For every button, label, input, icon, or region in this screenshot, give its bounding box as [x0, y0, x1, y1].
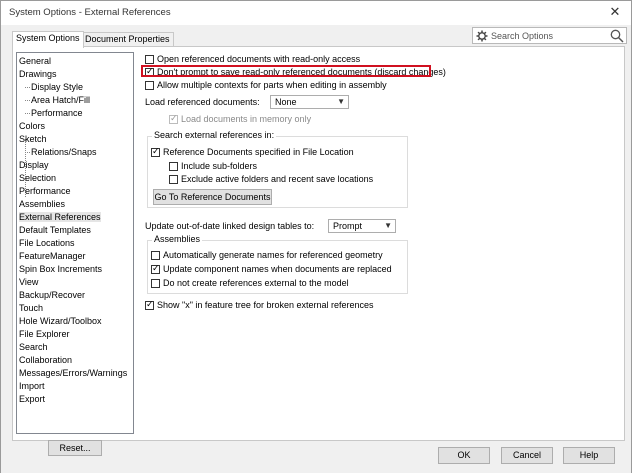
tree-item-export[interactable]: Export	[19, 394, 45, 404]
assemblies-group-title: Assemblies	[152, 234, 203, 244]
update-tables-select[interactable]: Prompt ▼	[328, 219, 396, 233]
show-x-label: Show "x" in feature tree for broken exte…	[157, 300, 374, 310]
ref-docs-specified-checkbox[interactable]	[151, 146, 160, 157]
load-in-memory-label: Load documents in memory only	[181, 114, 312, 124]
update-tables-label: Update out-of-date linked design tables …	[145, 221, 315, 231]
no-create-refs-label: Do not create references external to the…	[163, 278, 349, 288]
reset-button[interactable]: Reset...	[48, 440, 102, 456]
goto-ref-docs-button[interactable]: Go To Reference Documents	[153, 189, 272, 205]
exclude-active-label: Exclude active folders and recent save l…	[181, 174, 374, 184]
gear-icon	[476, 30, 488, 42]
auto-generate-label: Automatically generate names for referen…	[163, 250, 383, 260]
tree-item-file-locations[interactable]: File Locations	[19, 238, 75, 248]
tab-document-properties[interactable]: Document Properties	[81, 32, 174, 47]
open-readonly-label: Open referenced documents with read-only…	[157, 54, 361, 64]
update-tables-value: Prompt	[333, 221, 363, 231]
cancel-button[interactable]: Cancel	[501, 447, 553, 464]
tree-item-sketch[interactable]: Sketch	[19, 134, 47, 144]
tree-item-default-templates[interactable]: Default Templates	[19, 225, 91, 235]
dialog-body: System Options Document Properties Searc…	[1, 25, 631, 473]
open-readonly-checkbox[interactable]	[145, 55, 154, 64]
multiple-contexts-checkbox[interactable]	[145, 81, 154, 90]
chevron-down-icon: ▼	[337, 97, 345, 106]
search-input[interactable]: Search Options	[491, 31, 553, 41]
tree-item-featuremanager[interactable]: FeatureManager	[19, 251, 86, 261]
tree-item-colors[interactable]: Colors	[19, 121, 45, 131]
no-create-refs-checkbox[interactable]	[151, 279, 160, 288]
tree-item-collaboration[interactable]: Collaboration	[19, 355, 72, 365]
highlight-box	[141, 65, 431, 77]
tree-item-selection[interactable]: Selection	[19, 173, 56, 183]
tree-item-search[interactable]: Search	[19, 342, 48, 352]
update-component-names-label: Update component names when documents ar…	[163, 264, 392, 274]
tree-item-general[interactable]: General	[19, 56, 51, 66]
load-ref-docs-value: None	[275, 97, 297, 107]
load-ref-docs-select[interactable]: None ▼	[270, 95, 349, 109]
auto-generate-checkbox[interactable]	[151, 251, 160, 260]
tree-item-view[interactable]: View	[19, 277, 38, 287]
tree-item-relations-snaps[interactable]: Relations/Snaps	[25, 147, 97, 157]
search-options[interactable]: Search Options	[472, 27, 627, 44]
tree-item-drawings[interactable]: Drawings	[19, 69, 57, 79]
options-tree[interactable]: General Drawings Display Style Area Hatc…	[16, 52, 134, 434]
load-ref-docs-label: Load referenced documents:	[145, 97, 260, 107]
title-bar: System Options - External References ✕	[1, 1, 631, 25]
window-title: System Options - External References	[9, 7, 171, 18]
tree-item-file-explorer[interactable]: File Explorer	[19, 329, 70, 339]
chevron-down-icon: ▼	[384, 221, 392, 230]
tree-item-assemblies[interactable]: Assemblies	[19, 199, 65, 209]
tree-item-backup-recover[interactable]: Backup/Recover	[19, 290, 85, 300]
tree-item-external-references[interactable]: External References	[19, 212, 101, 222]
tree-item-display-style[interactable]: Display Style	[24, 82, 83, 92]
tree-item-drawings-performance[interactable]: Performance	[25, 108, 83, 118]
tree-item-hole-wizard-toolbox[interactable]: Hole Wizard/Toolbox	[19, 316, 102, 326]
tree-item-touch[interactable]: Touch	[19, 303, 43, 313]
tree-item-import[interactable]: Import	[19, 381, 45, 391]
tree-item-display[interactable]: Display	[19, 160, 49, 170]
update-component-names-checkbox[interactable]	[151, 263, 160, 274]
tree-item-messages-errors-warnings[interactable]: Messages/Errors/Warnings	[19, 368, 127, 378]
ref-docs-specified-label: Reference Documents specified in File Lo…	[163, 147, 354, 157]
tab-system-options[interactable]: System Options	[12, 31, 84, 48]
close-icon[interactable]: ✕	[607, 4, 623, 20]
tree-item-performance[interactable]: Performance	[19, 186, 71, 196]
tree-item-spin-box-increments[interactable]: Spin Box Increments	[19, 264, 102, 274]
system-options-dialog: System Options - External References ✕ S…	[0, 0, 632, 473]
help-button[interactable]: Help	[563, 447, 615, 464]
tree-item-area-hatch-fill[interactable]: Area Hatch/Fill	[24, 95, 90, 105]
include-subfolders-label: Include sub-folders	[181, 161, 258, 171]
exclude-active-checkbox[interactable]	[169, 175, 178, 184]
search-ext-refs-title: Search external references in:	[152, 130, 277, 140]
ok-button[interactable]: OK	[438, 447, 490, 464]
include-subfolders-checkbox[interactable]	[169, 162, 178, 171]
multiple-contexts-label: Allow multiple contexts for parts when e…	[157, 80, 387, 90]
show-x-checkbox[interactable]	[145, 299, 154, 310]
search-icon[interactable]	[610, 29, 624, 43]
load-in-memory-checkbox[interactable]	[169, 113, 178, 124]
